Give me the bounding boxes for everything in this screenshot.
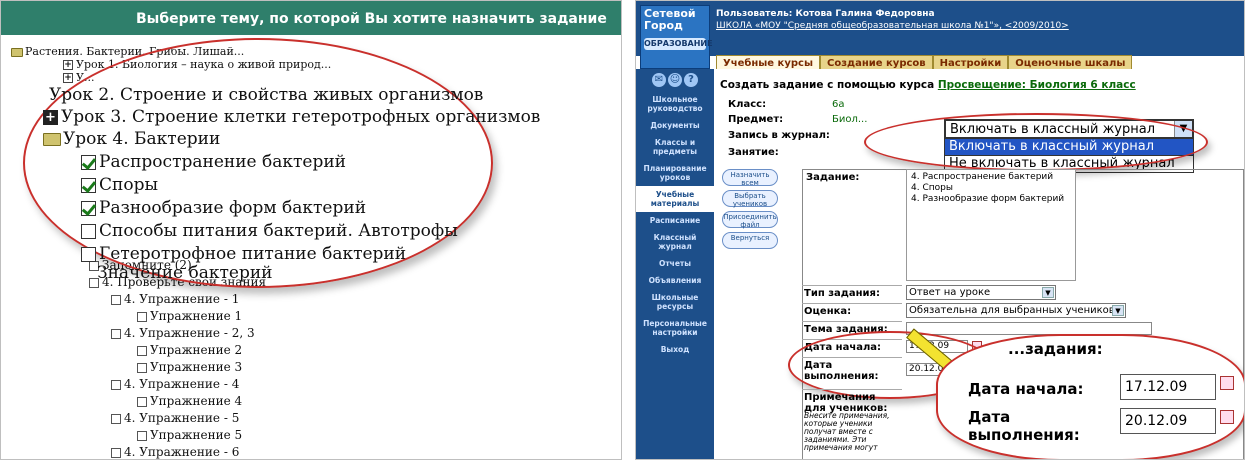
journal-label: Запись в журнал: xyxy=(728,130,830,141)
checkbox[interactable] xyxy=(137,396,147,407)
expand-icon[interactable]: + xyxy=(63,73,73,83)
class-label: Класс: xyxy=(728,99,767,110)
checkbox[interactable] xyxy=(111,447,121,458)
calendar-icon[interactable] xyxy=(1220,376,1234,390)
help-icon[interactable]: ? xyxy=(684,73,698,87)
sidebar-item[interactable]: Планирование уроков xyxy=(636,160,714,186)
site-logo[interactable]: Сетевой Город ОБРАЗОВАНИЕ xyxy=(640,5,713,69)
checkbox[interactable] xyxy=(111,379,121,390)
tab-bar: Учебные курсы Создание курсов Настройки Оце… xyxy=(716,51,1133,72)
checkbox[interactable] xyxy=(81,224,96,239)
checkbox[interactable] xyxy=(111,328,121,339)
lesson-label: Занятие: xyxy=(728,147,779,158)
mail-icon[interactable]: ✉ xyxy=(652,73,666,87)
calendar-icon[interactable] xyxy=(1220,410,1234,424)
sidebar-item[interactable]: Школьные ресурсы xyxy=(636,289,714,315)
sidebar-item[interactable]: Классы и предметы xyxy=(636,134,714,160)
course-link[interactable]: Просвещение: Биология 6 класс xyxy=(938,79,1136,91)
chevron-down-icon[interactable]: ▼ xyxy=(1112,305,1124,316)
user-info: Пользователь: Котова Галина Федоровна ШК… xyxy=(716,9,1069,31)
tree-topic[interactable]: Споры xyxy=(81,177,158,194)
users-icon[interactable]: ☺ xyxy=(668,73,682,87)
class-value: 6а xyxy=(832,99,845,110)
folder-open-icon xyxy=(11,47,23,57)
sidebar-item[interactable]: Персональные настройки xyxy=(636,315,714,341)
chevron-down-icon[interactable]: ▼ xyxy=(1042,287,1054,298)
sidebar-item[interactable]: Документы xyxy=(636,117,714,134)
tree-small-item[interactable]: 4. Упражнение - 6 xyxy=(111,446,239,458)
select-students-button[interactable]: Выбрать учеников xyxy=(722,190,778,208)
subject-label: Предмет: xyxy=(728,114,784,125)
tree-small-item[interactable]: 4. Упражнение - 4 xyxy=(111,378,239,390)
checkbox[interactable] xyxy=(137,430,147,441)
tree-topic[interactable]: Гетеротрофное питание бактерий xyxy=(81,246,406,263)
checkbox-checked[interactable] xyxy=(81,155,96,170)
tree-small-item[interactable]: 4. Упражнение - 5 xyxy=(111,412,239,424)
sidebar-item[interactable]: Объявления xyxy=(636,272,714,289)
tree-lesson-2[interactable]: Урок 2. Строение и свойства живых органи… xyxy=(49,87,483,104)
tree-small-item[interactable]: Упражнение 1 xyxy=(137,310,242,322)
sidebar: ✉ ☺? Школьное руководство Документы Класс… xyxy=(636,69,714,459)
checkbox[interactable] xyxy=(137,362,147,373)
tree-topic[interactable]: Распространение бактерий xyxy=(81,154,346,171)
notes-hint: Внесите примечания, которые ученики полу… xyxy=(804,411,890,452)
tree-small-item[interactable]: Упражнение 5 xyxy=(137,429,242,441)
sidebar-item[interactable]: Отчеты xyxy=(636,255,714,272)
type-label: Тип задания: xyxy=(802,285,902,301)
tree-topic[interactable]: Разнообразие форм бактерий xyxy=(81,200,366,217)
zoom-start-label: Дата начала: xyxy=(968,380,1084,398)
assignment-window: Сетевой Город ОБРАЗОВАНИЕ Пользователь: … xyxy=(635,0,1245,460)
checkbox-checked[interactable] xyxy=(81,201,96,216)
tree-lesson-3[interactable]: + Урок 3. Строение клетки гетеротрофных о… xyxy=(43,109,540,126)
zoom-topic-label: ...задания: xyxy=(1008,340,1103,358)
task-label: Задание: xyxy=(806,172,860,183)
page-title: Создать задание с помощью курса Просвеще… xyxy=(720,79,1136,91)
tree-small-item[interactable]: 4. Упражнение - 1 xyxy=(111,293,239,305)
sidebar-item[interactable]: Выход xyxy=(636,341,714,358)
sidebar-item-active[interactable]: Учебные материалы xyxy=(636,186,714,212)
tree-lesson-4[interactable]: Урок 4. Бактерии xyxy=(43,131,220,148)
checkbox[interactable] xyxy=(137,345,147,356)
expand-icon[interactable]: + xyxy=(43,110,58,125)
expand-icon[interactable]: + xyxy=(63,60,73,70)
sidebar-item[interactable]: Школьное руководство xyxy=(636,91,714,117)
checkbox[interactable] xyxy=(111,413,121,424)
attach-file-button[interactable]: Присоединить файл xyxy=(722,211,778,229)
folder-open-icon xyxy=(43,133,61,146)
magnified-dates-callout: ...задания: Дата начала: 17.12.09 Дата в… xyxy=(936,334,1244,459)
tree-topic[interactable]: Способы питания бактерий. Автотрофы xyxy=(81,223,458,240)
subject-value: Биол... xyxy=(832,114,868,125)
school-link[interactable]: ШКОЛА «МОУ "Средняя общеобразовательная … xyxy=(716,21,1069,31)
assign-all-button[interactable]: Назначить всем xyxy=(722,169,778,187)
back-button[interactable]: Вернуться xyxy=(722,232,778,249)
task-textarea[interactable]: 4. Распространение бактерий 4. Споры 4. … xyxy=(906,169,1076,281)
tree-small-item[interactable]: Упражнение 2 xyxy=(137,344,242,356)
tree-topic[interactable]: Значение бактерий xyxy=(97,265,273,282)
checkbox-checked[interactable] xyxy=(81,178,96,193)
tree-small-item[interactable]: Упражнение 3 xyxy=(137,361,242,373)
journal-callout-ellipse xyxy=(864,113,1208,171)
type-select[interactable]: Ответ на уроке ▼ xyxy=(906,285,1056,300)
tree-small-item[interactable]: 4. Упражнение - 2, 3 xyxy=(111,327,255,339)
checkbox[interactable] xyxy=(111,294,121,305)
sidebar-item[interactable]: Расписание xyxy=(636,212,714,229)
zoom-due-input[interactable]: 20.12.09 xyxy=(1120,408,1216,434)
tree-small-item[interactable]: Упражнение 4 xyxy=(137,395,242,407)
course-tree-window: Выберите тему, по которой Вы хотите назн… xyxy=(0,0,622,460)
tree-header: Выберите тему, по которой Вы хотите назн… xyxy=(1,1,621,35)
sidebar-item[interactable]: Классный журнал xyxy=(636,229,714,255)
zoom-due-label: Дата выполнения: xyxy=(968,408,1080,444)
grade-label: Оценка: xyxy=(802,303,902,319)
checkbox[interactable] xyxy=(137,311,147,322)
grade-select[interactable]: Обязательна для выбранных учеников ▼ xyxy=(906,303,1126,318)
zoom-start-input[interactable]: 17.12.09 xyxy=(1120,374,1216,400)
checkbox[interactable] xyxy=(81,247,96,262)
